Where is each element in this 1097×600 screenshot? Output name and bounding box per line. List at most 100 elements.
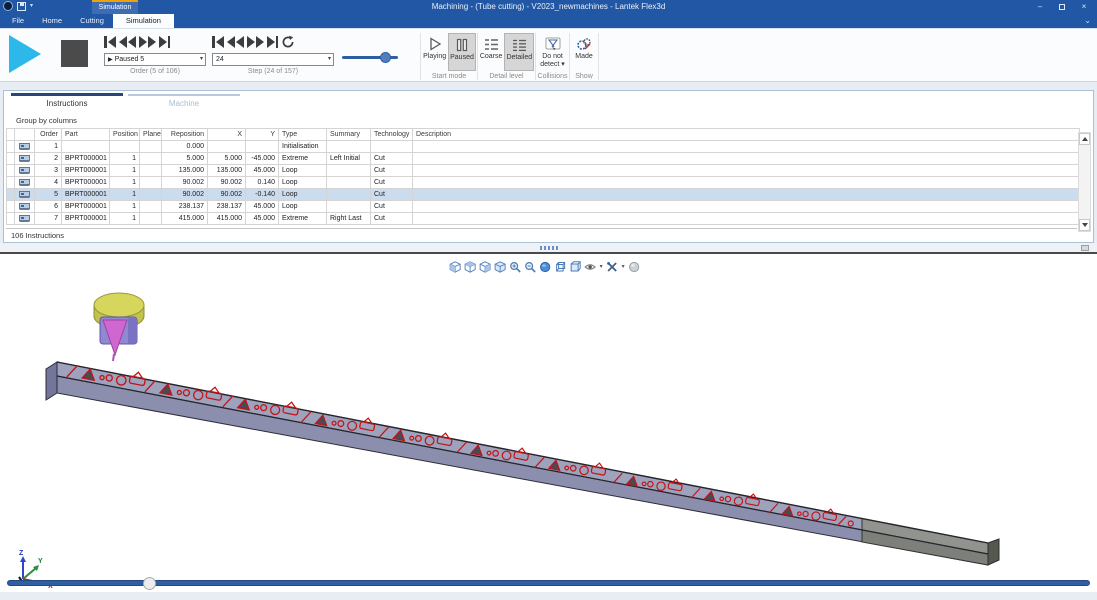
ribbon-tab-bar: File Home Cutting Simulation ⌄ (0, 14, 1097, 28)
instruction-icon (19, 154, 30, 163)
start-mode-label: Start mode (421, 73, 477, 80)
detailed-lines-icon (512, 36, 527, 54)
col-technology[interactable]: Technology (371, 129, 413, 141)
order-last-button[interactable] (159, 34, 171, 50)
col-x[interactable]: X (208, 129, 246, 141)
tab-home[interactable]: Home (33, 14, 71, 28)
splitter-grip[interactable] (540, 246, 558, 250)
do-not-detect-button[interactable]: Do not detect ▾ (539, 33, 566, 71)
slider-thumb[interactable] (380, 52, 391, 63)
tube-side-face (57, 376, 988, 565)
step-dropdown[interactable]: 24 ▾ (212, 53, 334, 66)
scene-3d[interactable]: Z Y X (0, 254, 1097, 594)
paused-state-icon: ▶ (108, 57, 113, 63)
instruction-icon (19, 190, 30, 199)
show-group: Made Show (569, 33, 599, 80)
coarse-lines-icon (484, 35, 499, 53)
order-group: ▶Paused 5 ▾ Order (5 of 106) (104, 34, 206, 75)
table-scrollbar[interactable] (1078, 132, 1091, 232)
stop-button[interactable] (61, 40, 88, 67)
col-order[interactable]: Order (35, 129, 62, 141)
instruction-icon (19, 178, 30, 187)
group-by-columns-label[interactable]: Group by columns (16, 116, 1093, 125)
show-label: Show (570, 73, 598, 80)
col-position[interactable]: Position (110, 129, 140, 141)
col-type[interactable]: Type (279, 129, 327, 141)
pause-icon (455, 36, 469, 54)
collisions-label: Collisions (536, 73, 569, 80)
instructions-table: Order Part Position Plane Reposition X Y… (6, 128, 1080, 225)
ribbon: ▶Paused 5 ▾ Order (5 of 106) 24 ▾ Step (… (0, 28, 1097, 82)
col-y[interactable]: Y (246, 129, 279, 141)
instruction-icon (19, 202, 30, 211)
qat-dropdown-icon[interactable]: ▾ (30, 1, 33, 11)
table-row-selected[interactable]: 5BPRT000001 1 90.00290.002 -0.140Loop Cu… (7, 189, 1080, 201)
table-row[interactable]: 3BPRT000001 1 135.000135.000 45.000Loop … (7, 165, 1080, 177)
play-button[interactable] (9, 35, 41, 73)
detailed-button[interactable]: Detailed (504, 33, 534, 71)
ribbon-collapse-icon[interactable]: ⌄ (1084, 14, 1091, 28)
tab-simulation[interactable]: Simulation (113, 14, 174, 28)
col-reposition[interactable]: Reposition (162, 129, 208, 141)
tab-instructions[interactable]: Instructions (11, 93, 123, 109)
step-last-button[interactable] (267, 34, 279, 50)
detail-level-group: Coarse Detailed Detail level (477, 33, 535, 80)
close-button[interactable]: × (1073, 0, 1095, 14)
collision-detect-icon (545, 35, 561, 53)
tab-file[interactable]: File (3, 14, 33, 28)
col-description[interactable]: Description (413, 129, 1080, 141)
scroll-up-icon[interactable] (1079, 133, 1090, 145)
tab-machine[interactable]: Machine (128, 94, 240, 110)
instruction-icon (19, 142, 30, 151)
paused-button[interactable]: Paused (448, 33, 476, 71)
col-part[interactable]: Part (62, 129, 110, 141)
progress-slider-thumb[interactable] (143, 577, 156, 590)
contextual-tab-simulation[interactable]: Simulation (92, 0, 138, 14)
restore-icon (1059, 4, 1065, 10)
col-plane[interactable]: Plane (140, 129, 162, 141)
chevron-down-icon: ▾ (200, 54, 203, 65)
table-row[interactable]: 1 0.000 Initialisation (7, 141, 1080, 153)
status-strip (0, 592, 1097, 600)
cutting-tool (94, 293, 144, 361)
app-window: ▾ Simulation Machining - (Tube cutting) … (0, 0, 1097, 600)
restore-button[interactable] (1051, 0, 1073, 14)
save-icon[interactable] (17, 2, 26, 11)
table-row[interactable]: 6BPRT000001 1 238.137238.137 45.000Loop … (7, 201, 1080, 213)
tab-cutting[interactable]: Cutting (71, 14, 113, 28)
splitter-collapse-icon[interactable] (1081, 245, 1089, 251)
axis-z-label: Z (19, 550, 24, 557)
simulation-progress-slider[interactable] (7, 580, 1090, 586)
table-row[interactable]: 2BPRT000001 1 5.0005.000 -45.000Extreme … (7, 153, 1080, 165)
order-rewind-button[interactable] (119, 34, 136, 50)
order-dropdown[interactable]: ▶Paused 5 ▾ (104, 53, 206, 66)
step-forward-button[interactable] (247, 34, 264, 50)
order-group-label: Order (5 of 106) (104, 68, 206, 75)
panel-splitter[interactable] (0, 243, 1097, 252)
table-header-row: Order Part Position Plane Reposition X Y… (7, 129, 1080, 141)
speed-slider[interactable] (342, 53, 398, 62)
order-forward-button[interactable] (139, 34, 156, 50)
col-summary[interactable]: Summary (327, 129, 371, 141)
chevron-down-icon: ▾ (328, 54, 331, 65)
detail-level-label: Detail level (478, 73, 535, 80)
instruction-icon (19, 166, 30, 175)
made-button[interactable]: Made (574, 33, 594, 71)
tube-left-cap (46, 362, 57, 400)
step-rewind-button[interactable] (227, 34, 244, 50)
table-row[interactable]: 4BPRT000001 1 90.00290.002 0.140Loop Cut (7, 177, 1080, 189)
coarse-button[interactable]: Coarse (479, 33, 504, 71)
gears-icon (576, 35, 592, 53)
table-row[interactable]: 7BPRT000001 1 415.000415.000 45.000Extre… (7, 213, 1080, 225)
playing-button[interactable]: Playing (422, 33, 447, 71)
instruction-icon (19, 214, 30, 223)
step-first-button[interactable] (212, 34, 224, 50)
refresh-icon[interactable] (281, 34, 295, 50)
app-logo-icon[interactable] (3, 1, 13, 11)
minimize-button[interactable]: – (1029, 0, 1051, 14)
collisions-group: Do not detect ▾ Collisions (535, 33, 569, 80)
order-first-button[interactable] (104, 34, 116, 50)
viewport-3d[interactable]: ▾ ▾ (0, 252, 1097, 592)
scroll-down-icon[interactable] (1079, 219, 1090, 231)
step-group: 24 ▾ Step (24 of 157) (212, 34, 334, 75)
